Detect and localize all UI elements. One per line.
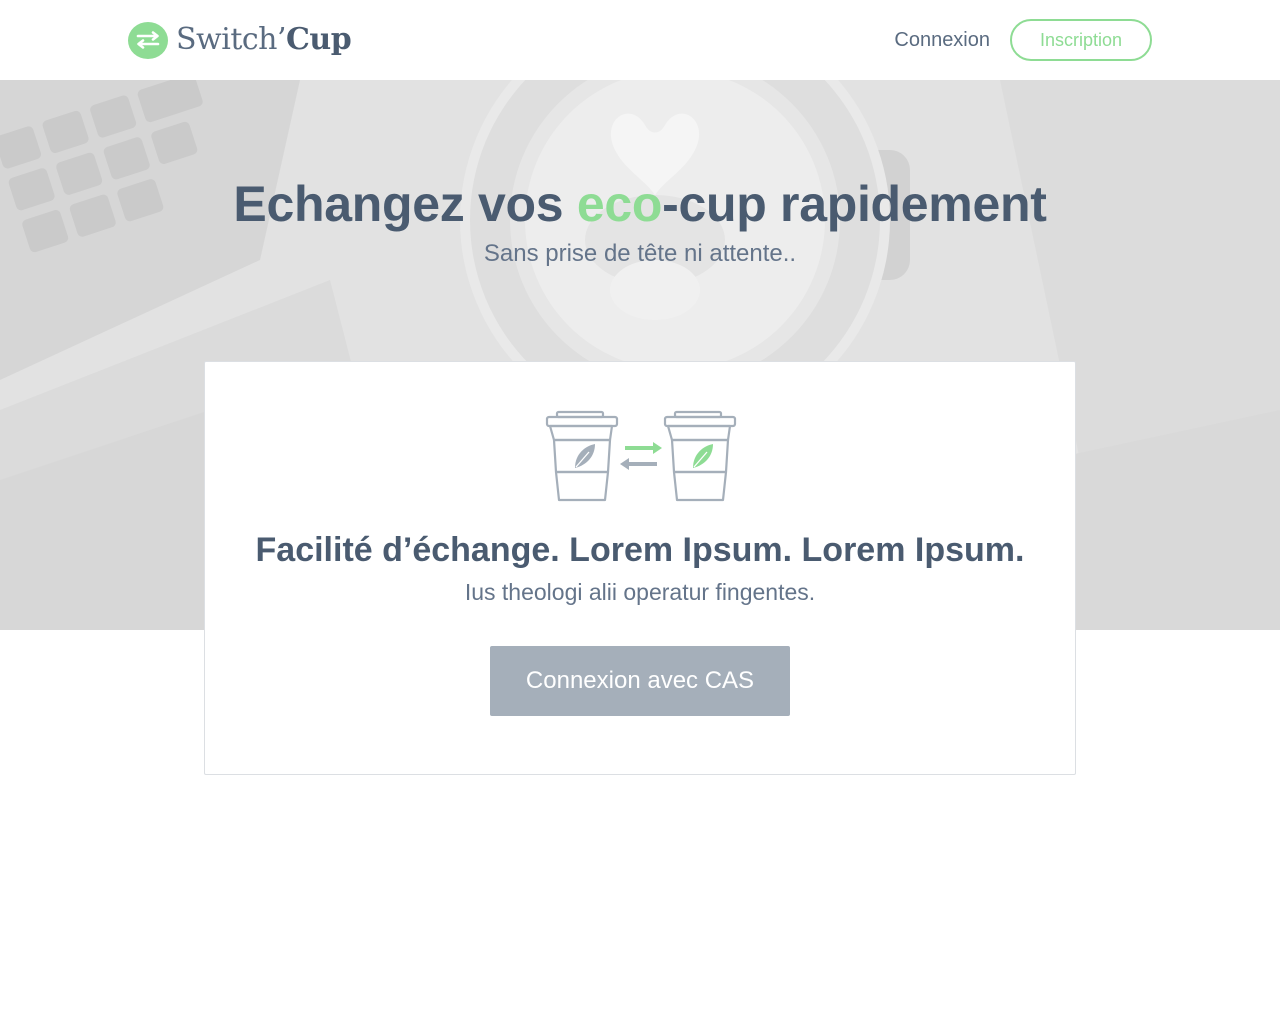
eco-cups-exchange-icon xyxy=(545,410,737,502)
header-nav: Connexion Inscription xyxy=(894,19,1152,61)
hero-title-accent: eco xyxy=(576,176,663,232)
swap-arrows-icon xyxy=(128,21,168,59)
hero-title-start: Echangez vos xyxy=(233,176,577,232)
logo-name-light: Switch’ xyxy=(176,22,287,57)
card-title: Facilité d’échange. Lorem Ipsum. Lorem I… xyxy=(255,531,1025,569)
card-subtitle: Ius theologi alii operatur fingentes. xyxy=(464,579,816,605)
hero-subtitle: Sans prise de tête ni attente.. xyxy=(483,240,797,267)
hero-title: Echangez vos eco-cup rapidement xyxy=(0,176,1280,232)
login-link[interactable]: Connexion xyxy=(894,29,990,52)
hero-title-bold: -cup xyxy=(662,176,767,232)
signup-button[interactable]: Inscription xyxy=(1010,19,1152,61)
logo-wordmark: Switch’Cup xyxy=(176,22,352,58)
site-header: Switch’Cup Connexion Inscription xyxy=(0,0,1280,80)
cas-login-button[interactable]: Connexion avec CAS xyxy=(490,646,790,716)
hero-title-end: rapidement xyxy=(766,176,1047,232)
login-card: Facilité d’échange. Lorem Ipsum. Lorem I… xyxy=(204,361,1076,775)
logo-name-bold: Cup xyxy=(286,22,352,57)
logo-link[interactable]: Switch’Cup xyxy=(128,21,352,59)
